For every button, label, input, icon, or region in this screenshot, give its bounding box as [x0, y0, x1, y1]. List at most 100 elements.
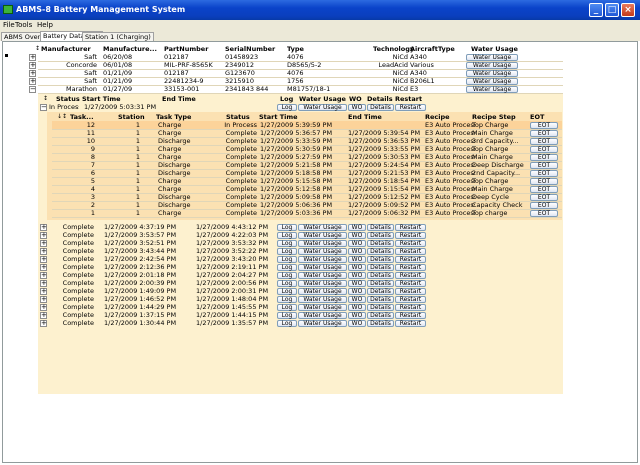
expand-icon[interactable]: + — [40, 256, 47, 263]
log-button[interactable]: Log — [277, 104, 297, 111]
details-button[interactable]: Details — [367, 320, 394, 327]
details-button[interactable]: Details — [367, 232, 394, 239]
water-usage-button[interactable]: Water Usage — [298, 304, 347, 311]
restart-button[interactable]: Restart — [395, 224, 426, 231]
eot-button[interactable]: EOT — [530, 178, 558, 185]
details-button[interactable]: Details — [367, 248, 394, 255]
details-button[interactable]: Details — [367, 240, 394, 247]
wo-button[interactable]: WO — [348, 240, 366, 247]
restart-button[interactable]: Restart — [395, 280, 426, 287]
expand-icon[interactable]: + — [40, 304, 47, 311]
water-usage-button[interactable]: Water Usage — [298, 320, 347, 327]
water-usage-button[interactable]: Water Usage — [298, 264, 347, 271]
water-usage-button[interactable]: Water Usage — [298, 248, 347, 255]
wo-button[interactable]: WO — [348, 248, 366, 255]
details-button[interactable]: Details — [367, 272, 394, 279]
eot-button[interactable]: EOT — [530, 154, 558, 161]
collapse-icon[interactable]: − — [40, 104, 47, 111]
wo-button[interactable]: WO — [348, 224, 366, 231]
water-usage-button[interactable]: Water Usage — [298, 224, 347, 231]
expand-icon[interactable]: + — [40, 312, 47, 319]
details-button[interactable]: Details — [367, 312, 394, 319]
restart-button[interactable]: Restart — [395, 272, 426, 279]
water-usage-button[interactable]: Water Usage — [466, 54, 518, 61]
eot-button[interactable]: EOT — [530, 138, 558, 145]
restart-button[interactable]: Restart — [395, 312, 426, 319]
water-usage-button[interactable]: Water Usage — [466, 70, 518, 77]
eot-button[interactable]: EOT — [530, 210, 558, 217]
log-button[interactable]: Log — [277, 232, 297, 239]
water-usage-button[interactable]: Water Usage — [298, 280, 347, 287]
log-button[interactable]: Log — [277, 256, 297, 263]
expand-icon[interactable]: + — [29, 62, 36, 69]
wo-button[interactable]: WO — [348, 320, 366, 327]
details-button[interactable]: Details — [367, 280, 394, 287]
log-button[interactable]: Log — [277, 288, 297, 295]
restart-button[interactable]: Restart — [395, 104, 426, 111]
expand-icon[interactable]: + — [40, 264, 47, 271]
eot-button[interactable]: EOT — [530, 170, 558, 177]
eot-button[interactable]: EOT — [530, 162, 558, 169]
water-usage-button[interactable]: Water Usage — [466, 78, 518, 85]
expand-icon[interactable]: + — [40, 248, 47, 255]
expand-icon[interactable]: + — [40, 296, 47, 303]
log-button[interactable]: Log — [277, 296, 297, 303]
restart-button[interactable]: Restart — [395, 264, 426, 271]
water-usage-button[interactable]: Water Usage — [298, 104, 347, 111]
restart-button[interactable]: Restart — [395, 232, 426, 239]
log-button[interactable]: Log — [277, 248, 297, 255]
log-button[interactable]: Log — [277, 320, 297, 327]
expand-icon[interactable]: + — [29, 70, 36, 77]
log-button[interactable]: Log — [277, 312, 297, 319]
details-button[interactable]: Details — [367, 288, 394, 295]
eot-button[interactable]: EOT — [530, 146, 558, 153]
eot-button[interactable]: EOT — [530, 186, 558, 193]
water-usage-button[interactable]: Water Usage — [466, 86, 518, 93]
expand-icon[interactable]: + — [40, 224, 47, 231]
eot-button[interactable]: EOT — [530, 130, 558, 137]
log-button[interactable]: Log — [277, 264, 297, 271]
water-usage-button[interactable]: Water Usage — [298, 240, 347, 247]
water-usage-button[interactable]: Water Usage — [298, 256, 347, 263]
expand-icon[interactable]: + — [40, 240, 47, 247]
expand-icon[interactable]: + — [40, 288, 47, 295]
log-button[interactable]: Log — [277, 224, 297, 231]
restart-button[interactable]: Restart — [395, 240, 426, 247]
wo-button[interactable]: WO — [348, 280, 366, 287]
wo-button[interactable]: WO — [348, 104, 366, 111]
expand-icon[interactable]: + — [40, 272, 47, 279]
log-button[interactable]: Log — [277, 280, 297, 287]
expand-icon[interactable]: + — [29, 78, 36, 85]
eot-button[interactable]: EOT — [530, 194, 558, 201]
wo-button[interactable]: WO — [348, 288, 366, 295]
wo-button[interactable]: WO — [348, 312, 366, 319]
wo-button[interactable]: WO — [348, 272, 366, 279]
wo-button[interactable]: WO — [348, 296, 366, 303]
restart-button[interactable]: Restart — [395, 320, 426, 327]
restart-button[interactable]: Restart — [395, 304, 426, 311]
wo-button[interactable]: WO — [348, 256, 366, 263]
wo-button[interactable]: WO — [348, 264, 366, 271]
restart-button[interactable]: Restart — [395, 296, 426, 303]
water-usage-button[interactable]: Water Usage — [298, 312, 347, 319]
eot-button[interactable]: EOT — [530, 122, 558, 129]
wo-button[interactable]: WO — [348, 304, 366, 311]
restart-button[interactable]: Restart — [395, 288, 426, 295]
water-usage-button[interactable]: Water Usage — [298, 232, 347, 239]
expand-icon[interactable]: + — [40, 232, 47, 239]
eot-button[interactable]: EOT — [530, 202, 558, 209]
details-button[interactable]: Details — [367, 256, 394, 263]
details-button[interactable]: Details — [367, 104, 394, 111]
expand-icon[interactable]: − — [29, 86, 36, 93]
water-usage-button[interactable]: Water Usage — [298, 272, 347, 279]
wo-button[interactable]: WO — [348, 232, 366, 239]
details-button[interactable]: Details — [367, 296, 394, 303]
expand-icon[interactable]: + — [40, 280, 47, 287]
log-button[interactable]: Log — [277, 240, 297, 247]
log-button[interactable]: Log — [277, 304, 297, 311]
details-button[interactable]: Details — [367, 224, 394, 231]
details-button[interactable]: Details — [367, 264, 394, 271]
restart-button[interactable]: Restart — [395, 256, 426, 263]
water-usage-button[interactable]: Water Usage — [466, 62, 518, 69]
restart-button[interactable]: Restart — [395, 248, 426, 255]
